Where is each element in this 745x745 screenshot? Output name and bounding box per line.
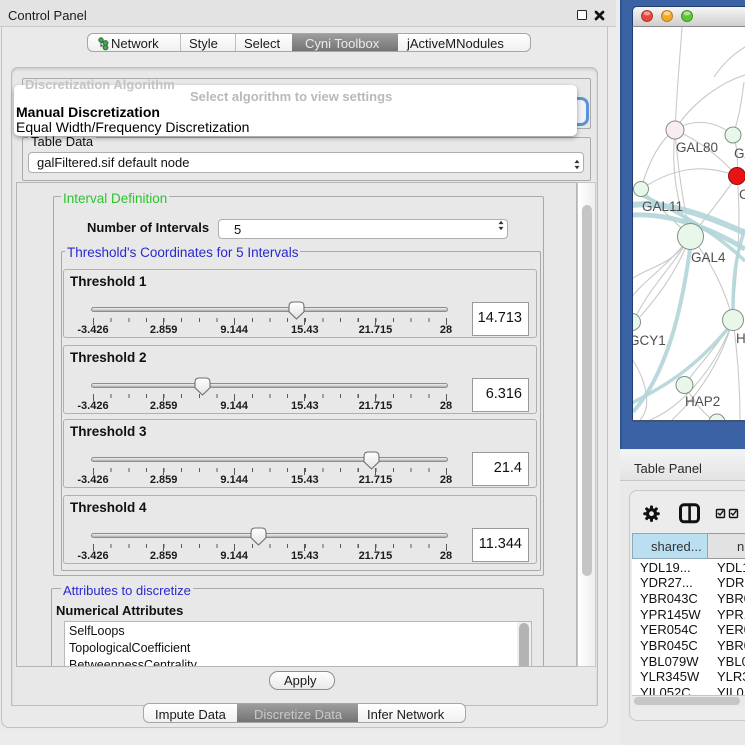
svg-text:GCY1: GCY1 — [633, 333, 666, 348]
svg-text:H: H — [736, 331, 745, 346]
svg-text:GAL11: GAL11 — [642, 199, 683, 214]
svg-text:C: C — [739, 187, 745, 202]
svg-text:HAP2: HAP2 — [685, 394, 720, 409]
svg-text:GA: GA — [734, 146, 745, 161]
svg-text:GAL80: GAL80 — [676, 140, 718, 155]
svg-text:GAL4: GAL4 — [691, 250, 726, 265]
